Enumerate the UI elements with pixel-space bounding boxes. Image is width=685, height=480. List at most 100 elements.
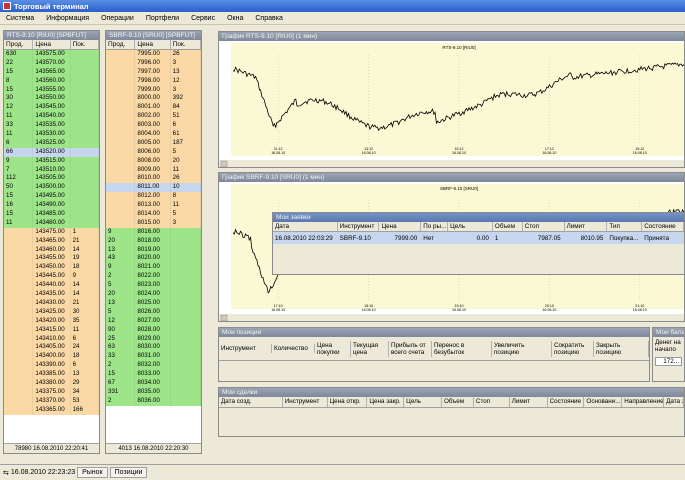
- orderbook-row[interactable]: 22 143570.00: [4, 58, 99, 68]
- orderbook-row[interactable]: 5 8026.00: [106, 307, 201, 317]
- pos-col-instrument[interactable]: Инструмент: [219, 344, 272, 353]
- orderbook-row[interactable]: 8002.00 51: [106, 112, 201, 122]
- orderbook-row[interactable]: 143390.00 6: [4, 361, 99, 371]
- orderbook-row[interactable]: 6 143525.00: [4, 138, 99, 148]
- orderbook-row[interactable]: 143420.00 35: [4, 316, 99, 326]
- orderbook-row[interactable]: 143460.00 14: [4, 245, 99, 255]
- orderbook-row[interactable]: 8003.00 6: [106, 121, 201, 131]
- orderbook-row[interactable]: 9 8016.00: [106, 227, 201, 237]
- orderbook-row[interactable]: 8015.00 3: [106, 218, 201, 228]
- orderbook-row[interactable]: 8006.00 5: [106, 147, 201, 157]
- orderbook-row[interactable]: 7 143510.00: [4, 165, 99, 175]
- orderbook-row[interactable]: 20 8024.00: [106, 290, 201, 299]
- tab-positions[interactable]: Позиции: [109, 467, 148, 478]
- orderbook-row[interactable]: 8005.00 187: [106, 138, 201, 148]
- orderbook-row[interactable]: 7997.00 13: [106, 67, 201, 77]
- pos-col-qty[interactable]: Количество: [272, 344, 315, 353]
- orderbook-row[interactable]: 8008.00 20: [106, 156, 201, 166]
- menu-help[interactable]: Справка: [249, 15, 288, 22]
- orderbook-row[interactable]: 143375.00 34: [4, 387, 99, 397]
- orders-col-limit[interactable]: Лимит: [565, 222, 608, 231]
- orderbook-row[interactable]: 143455.00 19: [4, 254, 99, 264]
- pos-col-reduce[interactable]: Сократить позицию: [552, 340, 594, 357]
- trades-col-stop[interactable]: Стоп: [474, 397, 510, 407]
- orderbook-row[interactable]: 630 143575.00: [4, 50, 99, 59]
- orderbook-row[interactable]: 143370.00 53: [4, 396, 99, 406]
- orderbook-row[interactable]: 66 143520.00: [4, 147, 99, 157]
- orderbook-row[interactable]: 7999.00 3: [106, 85, 201, 95]
- orderbook-row[interactable]: 143365.00 166: [4, 405, 99, 415]
- orderbook-row[interactable]: 15 8033.00: [106, 370, 201, 379]
- orderbook-row[interactable]: 11 143540.00: [4, 112, 99, 122]
- orderbook-row[interactable]: 11 143530.00: [4, 130, 99, 139]
- orderbook-row[interactable]: 20 8018.00: [106, 236, 201, 246]
- orders-col-price[interactable]: Цена: [379, 222, 422, 231]
- chart-rts-scroll-left[interactable]: [220, 160, 228, 167]
- orderbook-row[interactable]: 7996.00 3: [106, 58, 201, 68]
- orderbook-row[interactable]: 143435.00 14: [4, 290, 99, 299]
- tab-market[interactable]: Рынок: [77, 467, 108, 478]
- orderbook-row[interactable]: 143410.00 6: [4, 334, 99, 344]
- orderbook-row[interactable]: 143415.00 11: [4, 325, 99, 335]
- orderbook-row[interactable]: 8009.00 11: [106, 165, 201, 175]
- orderbook-row[interactable]: 331 8035.00: [106, 387, 201, 397]
- orders-col-instrument[interactable]: Инструмент: [338, 222, 380, 231]
- trades-col-open[interactable]: Цена откр.: [328, 397, 368, 407]
- orderbook-row[interactable]: 12 8027.00: [106, 316, 201, 326]
- orderbook-row[interactable]: 112 143505.00: [4, 174, 99, 184]
- orderbook-row[interactable]: 143445.00 9: [4, 272, 99, 282]
- trades-col-state[interactable]: Состояние: [548, 397, 585, 407]
- orderbook-row[interactable]: 7995.00 26: [106, 50, 201, 59]
- col-price[interactable]: Цена: [135, 40, 171, 49]
- orderbook-row[interactable]: 2 8032.00: [106, 361, 201, 371]
- trades-col-instrument[interactable]: Инструмент: [283, 397, 328, 407]
- orderbook-row[interactable]: 143400.00 18: [4, 352, 99, 362]
- orderbook-row[interactable]: 50 143500.00: [4, 183, 99, 193]
- trades-col-reason[interactable]: Основани...: [584, 397, 623, 407]
- orderbook-row[interactable]: 15 143495.00: [4, 192, 99, 202]
- trades-col-direction[interactable]: Направление: [622, 397, 665, 407]
- orderbook-row[interactable]: 143405.00 24: [4, 343, 99, 353]
- orderbook-row[interactable]: 13 8019.00: [106, 245, 201, 255]
- orderbook-row[interactable]: 8013.00 11: [106, 201, 201, 211]
- orderbook-row[interactable]: 33 143535.00: [4, 121, 99, 131]
- orderbook-row[interactable]: 16 143490.00: [4, 201, 99, 211]
- orderbook-row[interactable]: 7998.00 12: [106, 76, 201, 86]
- orderbook-row[interactable]: 143385.00 13: [4, 370, 99, 379]
- chart-sbrf-scroll-left[interactable]: [220, 314, 228, 321]
- col-sell[interactable]: Прод.: [4, 40, 34, 49]
- orderbook-row[interactable]: 43 8020.00: [106, 254, 201, 264]
- orderbook-row[interactable]: 8012.00 8: [106, 192, 201, 202]
- orders-col-volume[interactable]: Объем: [493, 222, 523, 231]
- orders-col-state[interactable]: Состояние: [642, 222, 684, 231]
- menu-windows[interactable]: Окна: [221, 15, 249, 22]
- trades-col-date-close[interactable]: Дата з...: [664, 397, 684, 407]
- pos-col-close[interactable]: Закрыть позицию: [594, 340, 649, 357]
- orderbook-row[interactable]: 13 8025.00: [106, 298, 201, 308]
- trades-col-target[interactable]: Цель: [404, 397, 443, 407]
- menu-info[interactable]: Информация: [40, 15, 95, 22]
- orderbook-row[interactable]: 143425.00 30: [4, 307, 99, 317]
- pos-col-buy-price[interactable]: Цена покупки: [315, 340, 351, 357]
- orderbook-row[interactable]: 8001.00 84: [106, 103, 201, 113]
- orderbook-row[interactable]: 143430.00 21: [4, 298, 99, 308]
- pos-col-profit[interactable]: Прибыль от всего счета: [389, 340, 432, 357]
- pos-col-current-price[interactable]: Текущая цена: [351, 340, 389, 357]
- orderbook-row[interactable]: 63 8030.00: [106, 343, 201, 353]
- col-buy[interactable]: Пок.: [71, 40, 99, 49]
- orderbook-row[interactable]: 9 8021.00: [106, 263, 201, 273]
- pos-col-breakeven[interactable]: Перенос в безубыток: [432, 340, 492, 357]
- orderbook-row[interactable]: 8004.00 61: [106, 130, 201, 139]
- orderbook-row[interactable]: 11 143480.00: [4, 218, 99, 228]
- trades-col-close[interactable]: Цена закр.: [367, 397, 405, 407]
- trades-col-volume[interactable]: Объем: [442, 397, 474, 407]
- trades-col-limit[interactable]: Лимит: [510, 397, 548, 407]
- col-buy[interactable]: Пок.: [171, 40, 201, 49]
- orderbook-row[interactable]: 8014.00 5: [106, 210, 201, 219]
- orderbook-row[interactable]: 12 143545.00: [4, 103, 99, 113]
- orderbook-row[interactable]: 143380.00 29: [4, 378, 99, 388]
- orderbook-row[interactable]: 2 8036.00: [106, 396, 201, 406]
- orderbook-row[interactable]: 33 8031.00: [106, 352, 201, 362]
- orderbook-row[interactable]: 143450.00 18: [4, 263, 99, 273]
- col-price[interactable]: Цена: [33, 40, 71, 49]
